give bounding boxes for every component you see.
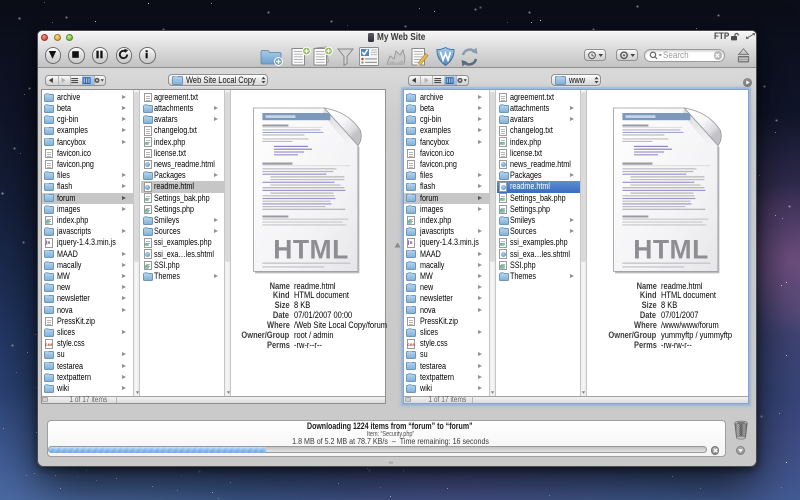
svg-text:HTML: HTML	[633, 234, 709, 264]
svg-text:HTML: HTML	[273, 234, 349, 264]
